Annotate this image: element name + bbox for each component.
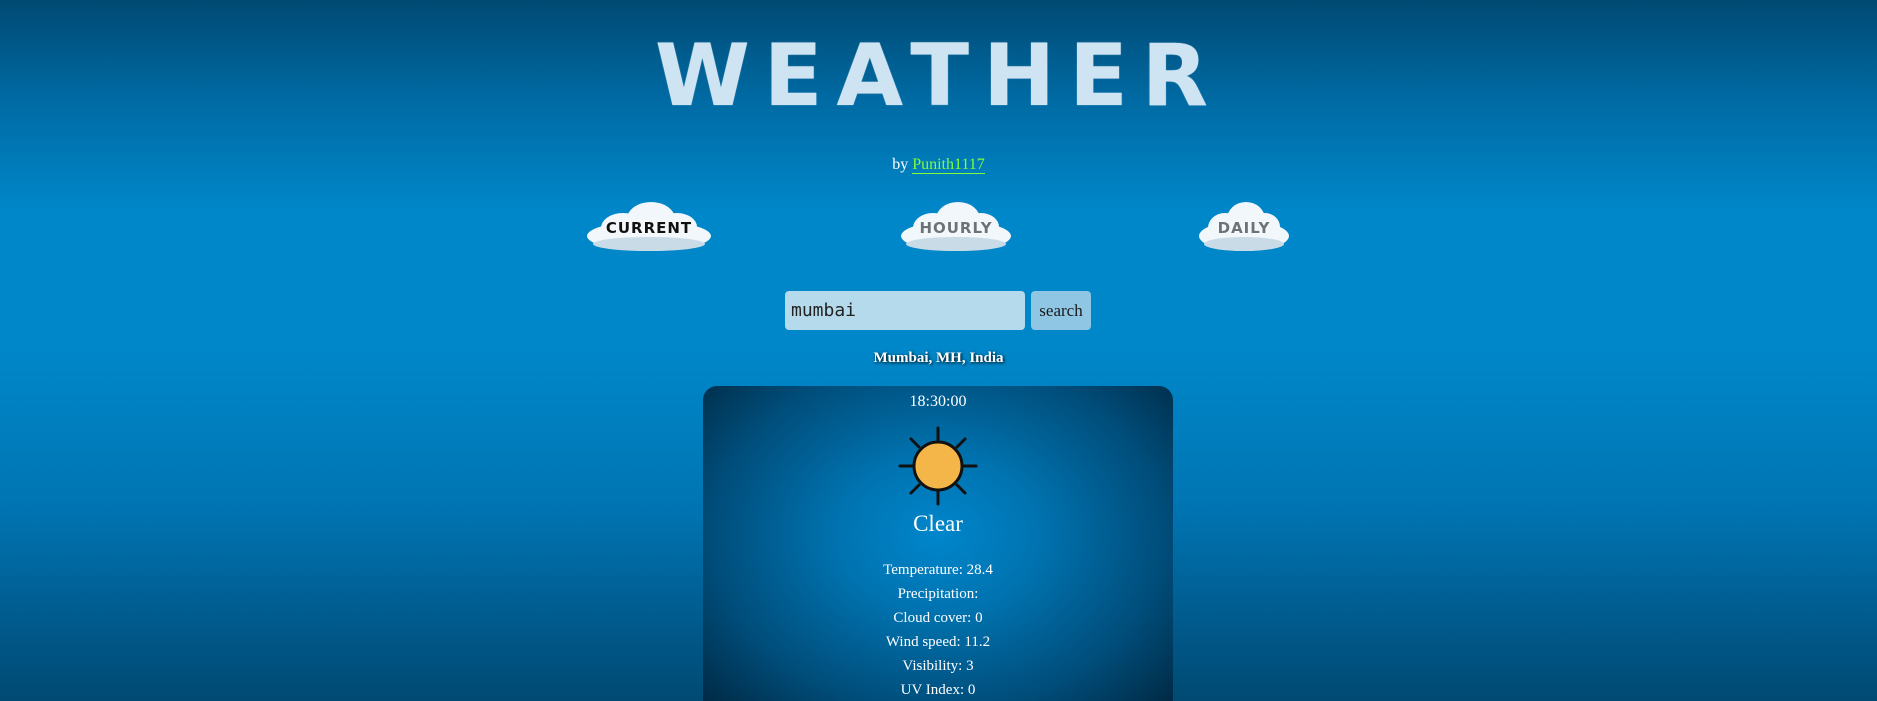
location-label: Mumbai, MH, India [873,350,1004,366]
nav-current-button[interactable]: CURRENT [583,200,715,256]
byline: by Punith1117 [0,155,1877,175]
nav-daily-button[interactable]: DAILY [1196,200,1292,256]
search-button[interactable]: search [1031,291,1091,330]
stat-visibility: Visibility: 3 [703,654,1173,678]
stat-value: 0 [967,682,976,698]
weather-condition: Clear [913,511,963,536]
stat-label: Visibility: [902,658,963,674]
weather-card: 18:30:00 Clear Temperature: 28.4 Precipit… [703,386,1173,701]
byline-prefix: by [892,156,909,173]
stat-temperature: Temperature: 28.4 [703,558,1173,582]
local-time: 18:30:00 [909,393,967,410]
stat-label: UV Index: [900,682,965,698]
stat-value: 3 [966,658,974,674]
stat-label: Temperature: [883,562,963,578]
nav-daily-label: DAILY [1217,219,1271,237]
stat-precipitation: Precipitation: [703,582,1173,606]
stat-value: 0 [975,610,983,626]
search-input[interactable] [785,291,1025,330]
stat-wind-speed: Wind speed: 11.2 [703,630,1173,654]
nav-current-label: CURRENT [605,219,693,237]
stat-label: Precipitation: [897,586,979,602]
nav-hourly-label: HOURLY [919,219,993,237]
stat-uv-index: UV Index: 0 [703,678,1173,701]
stat-label: Wind speed: [885,634,961,650]
stat-label: Cloud cover: [893,610,972,626]
app-title: WEATHER [654,26,1223,126]
nav-hourly-button[interactable]: HOURLY [897,200,1015,256]
weather-stats: Temperature: 28.4 Precipitation: Cloud co… [703,558,1173,701]
sun-icon [898,426,978,506]
stat-cloud-cover: Cloud cover: 0 [703,606,1173,630]
stat-value: 11.2 [964,634,991,650]
author-link[interactable]: Punith1117 [912,156,985,174]
stat-value: 28.4 [966,562,993,578]
